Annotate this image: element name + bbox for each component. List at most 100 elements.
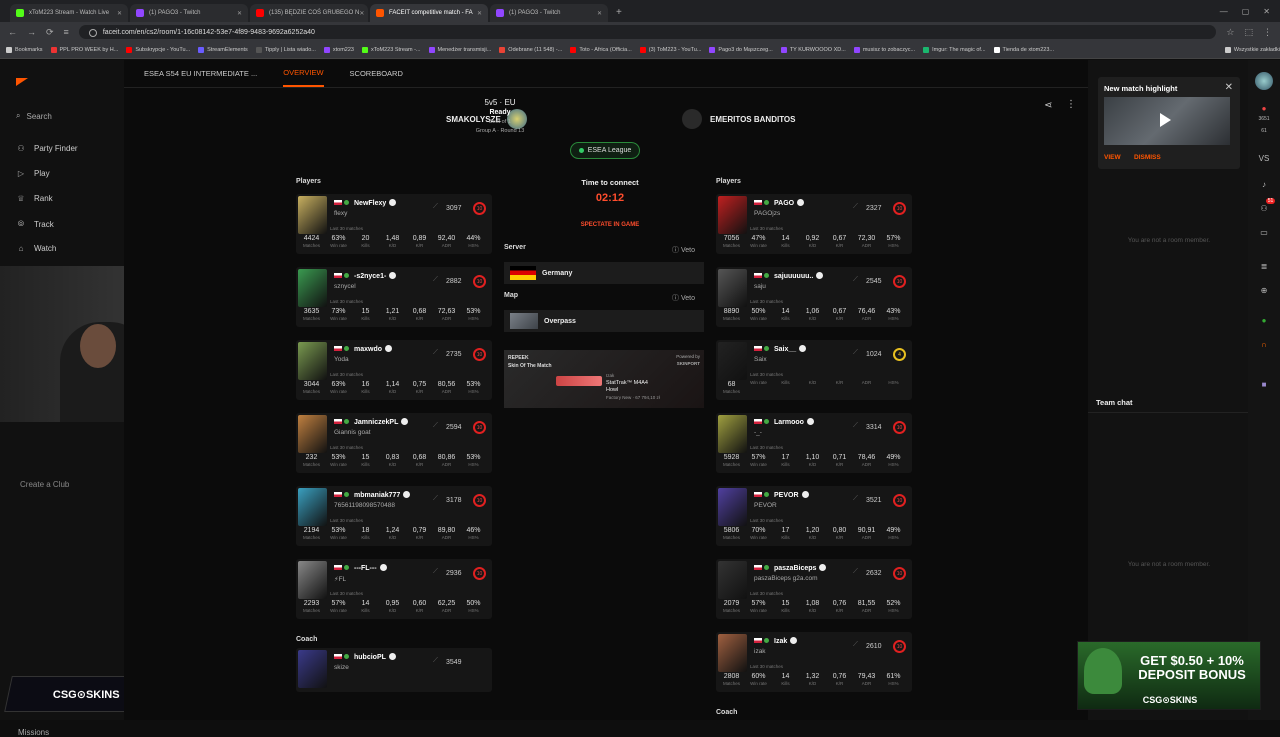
player-nickname[interactable]: ---FL--- [354, 564, 387, 572]
player-nickname[interactable]: maxwdo [354, 345, 393, 353]
tune-icon[interactable]: ≡ [64, 27, 69, 37]
nav-watch[interactable]: ⌂ Watch [16, 244, 57, 253]
player-card[interactable]: JamniczekPL Giannis goat ⟋ 2594 10 Last 30 ma… [296, 413, 492, 473]
bookmark-item[interactable]: Tienda de xtom223... [993, 47, 1054, 53]
party-avatar-icon[interactable]: ● [1258, 316, 1270, 325]
bookmark-item[interactable]: Imgur: The magic of... [923, 47, 986, 53]
player-nickname[interactable]: -s2nyce1- [354, 272, 397, 280]
bookmark-item[interactable]: StreamElements [198, 47, 248, 53]
player-card[interactable]: sajuuuuuu.. saju ⟋ 2545 10 Last 30 matches 889… [716, 267, 912, 327]
tab-close-icon[interactable]: ✕ [597, 10, 602, 17]
player-card[interactable]: Izak izak ⟋ 2610 10 Last 30 matches 2808 Matche… [716, 632, 912, 692]
forward-icon[interactable]: → [27, 27, 36, 37]
bookmark-item[interactable]: Odebrane (11 548) -... [499, 47, 562, 53]
league-badge[interactable]: ESEA League [570, 142, 640, 159]
player-card[interactable]: NewFlexy flexy ⟋ 3097 10 Last 30 matches 4424 M… [296, 194, 492, 254]
bookmark-item[interactable]: Bookmarks [6, 47, 43, 53]
bookmark-item[interactable]: PPL PRO WEEK by H... [50, 47, 118, 53]
faceit-logo[interactable] [16, 78, 28, 86]
player-nickname[interactable]: NewFlexy [354, 199, 397, 207]
add-icon[interactable]: ⊕ [1258, 286, 1270, 295]
player-nickname[interactable]: Saix__ [774, 345, 807, 353]
spectate-button[interactable]: SPECTATE IN GAME [550, 222, 670, 228]
nav-play[interactable]: ▷ Play [16, 169, 50, 178]
view-button[interactable]: VIEW [1104, 154, 1121, 161]
extensions-icon[interactable]: ⬚ [1244, 27, 1253, 38]
tab-close-icon[interactable]: ✕ [477, 10, 482, 17]
bookmark-item[interactable]: Pago3 do Mąszczeg... [709, 47, 773, 53]
tab-close-icon[interactable]: ✕ [359, 10, 364, 17]
player-card[interactable]: paszaBiceps paszaBiceps g2a.com ⟋ 2632 10 Las… [716, 559, 912, 619]
friends-icon[interactable]: ⚇ [1258, 204, 1270, 213]
promo-banner[interactable]: GET $0.50 + 10% DEPOSIT BONUS CSG⊙SKINS [1077, 641, 1261, 710]
bookmark-item[interactable]: Wszystkie zakładki [1224, 47, 1280, 53]
browser-tab[interactable]: xToM223 Stream - Watch Live ✕ [10, 4, 128, 22]
create-club-link[interactable]: Create a Club [20, 480, 69, 489]
close-icon[interactable]: ✕ [1225, 82, 1233, 93]
dismiss-button[interactable]: DISMISS [1134, 154, 1161, 161]
player-card[interactable]: PEVOR PEVOR ⟋ 3521 10 Last 30 matches 5806 Matc… [716, 486, 912, 546]
player-nickname[interactable]: Izak [774, 637, 798, 645]
friend-avatar-icon[interactable]: ■ [1258, 380, 1270, 389]
bookmark-item[interactable]: musisz to zobaczyc... [853, 47, 915, 53]
browser-tab[interactable]: (1) PAGO3 - Twitch ✕ [130, 4, 248, 22]
bookmark-item[interactable]: TY KURWOOOO XD... [780, 47, 846, 53]
bell-icon[interactable]: ♪ [1258, 180, 1270, 189]
nav-track[interactable]: ⦾ Track [16, 219, 54, 229]
player-card[interactable]: Larmooo -_- ⟋ 3314 10 Last 30 matches 5928 Matc… [716, 413, 912, 473]
bookmark-item[interactable]: Menedżer transmisji... [428, 47, 491, 53]
vs-icon[interactable]: VS [1258, 154, 1270, 163]
nav-rank[interactable]: ♕ Rank [16, 194, 52, 203]
browser-tab[interactable]: (135) BĘDZIE COŚ GRUBEGO N ✕ [250, 4, 368, 22]
share-icon[interactable]: ⋖ [1044, 100, 1052, 111]
menu-icon[interactable]: ⋮ [1263, 27, 1272, 38]
headset-icon[interactable]: ∩ [1258, 340, 1270, 349]
player-nickname[interactable]: JamniczekPL [354, 418, 409, 426]
player-card[interactable]: maxwdo Yoda ⟋ 2735 10 Last 30 matches 3044 Matc… [296, 340, 492, 400]
bookmark-item[interactable]: Toto - Africa (Officia... [570, 47, 632, 53]
player-card[interactable]: PAGO PAGOjzs ⟋ 2327 10 Last 30 matches 7056 Mat… [716, 194, 912, 254]
player-nickname[interactable]: PEVOR [774, 491, 809, 499]
player-nickname[interactable]: mbmaniak777 [354, 491, 411, 499]
skin-of-the-match-card[interactable]: REPEEK Skin Of The Match Powered by SKINPO… [504, 350, 704, 408]
reload-icon[interactable]: ⟳ [46, 27, 54, 38]
player-nickname[interactable]: Larmooo [774, 418, 814, 426]
player-card[interactable]: mbmaniak777 76561198098570488 ⟋ 3178 10 Last … [296, 486, 492, 546]
missions-link[interactable]: Missions [18, 728, 49, 737]
nav-party-finder[interactable]: ⚇ Party Finder [16, 144, 77, 153]
player-nickname[interactable]: sajuuuuuu.. [774, 272, 824, 280]
player-card[interactable]: -s2nyce1- sznycel ⟋ 2882 10 Last 30 matches 36… [296, 267, 492, 327]
search-button[interactable]: ⌕ Search [10, 106, 110, 126]
bookmark-star-icon[interactable]: ☆ [1226, 27, 1234, 38]
new-tab-icon[interactable]: + [616, 7, 622, 18]
url-field[interactable]: faceit.com/en/cs2/room/1-16c08142-53e7-4… [78, 25, 1217, 39]
tab-scoreboard[interactable]: SCOREBOARD [350, 69, 403, 78]
highlight-thumbnail[interactable] [1104, 97, 1230, 145]
map-veto-info[interactable]: ⓘ Veto [672, 293, 695, 303]
browser-tab[interactable]: (1) PAGO3 - Twitch ✕ [490, 4, 608, 22]
player-card[interactable]: ---FL--- ⚡FL ⟋ 2936 10 Last 30 matches 2293 Mat… [296, 559, 492, 619]
bookmark-item[interactable]: xToM223 Stream -... [361, 47, 421, 53]
player-nickname[interactable]: PAGO [774, 199, 805, 207]
tab-close-icon[interactable]: ✕ [117, 10, 122, 17]
bookmark-item[interactable]: Tipply | Lista wiado... [255, 47, 316, 53]
tab-overview[interactable]: OVERVIEW [283, 60, 324, 87]
bookmark-item[interactable]: Subskrypcje - YouTu... [126, 47, 190, 53]
browser-tab[interactable]: FACEIT competitive match - FA ✕ [370, 4, 488, 22]
back-icon[interactable]: ← [8, 27, 17, 37]
chat-icon[interactable]: ▭ [1258, 228, 1270, 237]
list-icon[interactable]: ≣ [1258, 262, 1270, 271]
tab-close-icon[interactable]: ✕ [237, 10, 242, 17]
player-card[interactable]: Saix__ Saix ⟋ 1024 4 Last 30 matches 68 Matches… [716, 340, 912, 400]
bookmark-item[interactable]: (3) ToM223 - YouTu... [639, 47, 701, 53]
maximize-icon[interactable]: ▢ [1242, 7, 1250, 16]
minimize-icon[interactable]: — [1220, 7, 1228, 16]
player-nickname[interactable]: paszaBiceps [774, 564, 827, 572]
coach-card[interactable]: hubcioPL skize ⟋ 3549 [296, 648, 492, 692]
player-nickname[interactable]: hubcioPL [354, 653, 396, 661]
team2-name[interactable]: EMERITOS BANDITOS [710, 115, 796, 124]
more-options-icon[interactable]: ⋮ [1066, 99, 1076, 110]
bookmark-item[interactable]: xtom223 [323, 47, 354, 53]
server-veto-info[interactable]: ⓘ Veto [672, 245, 695, 255]
user-avatar[interactable] [1255, 72, 1273, 90]
